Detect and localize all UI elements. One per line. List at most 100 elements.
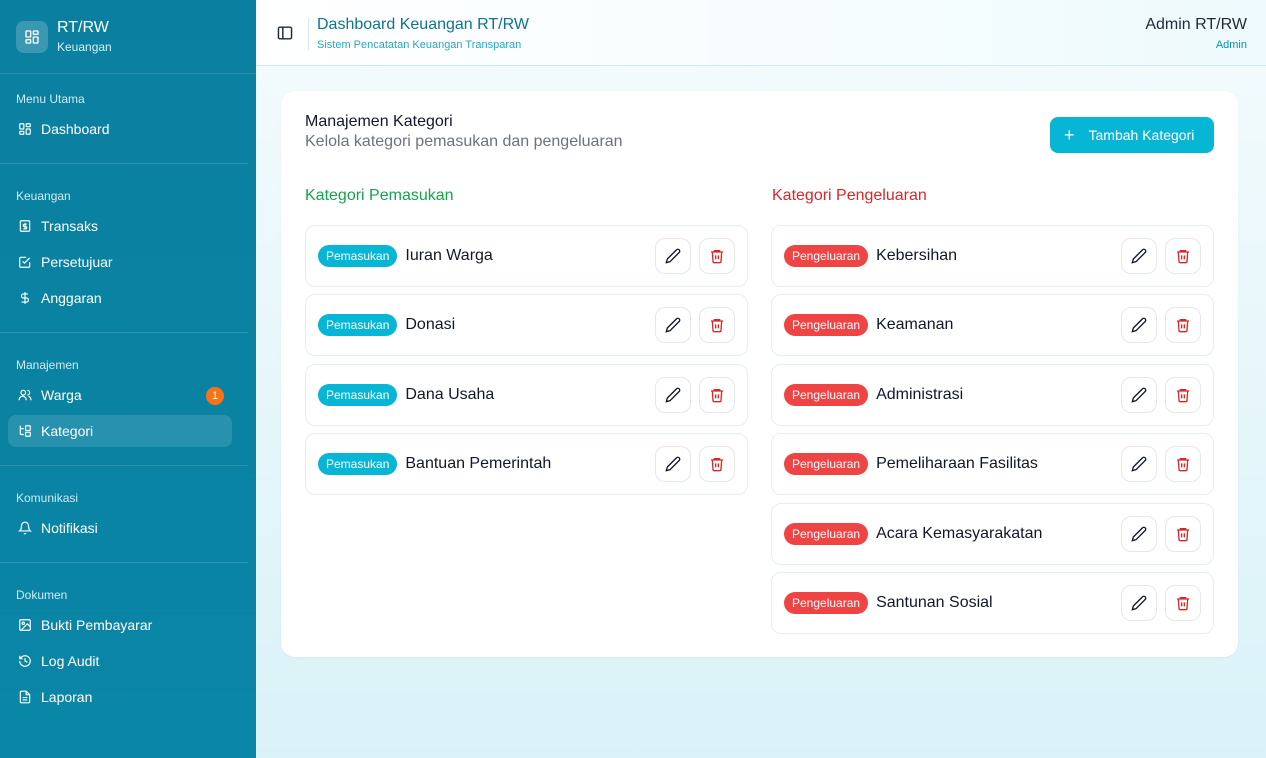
delete-button[interactable] — [699, 238, 735, 274]
category-name: Santunan Sosial — [876, 593, 993, 611]
delete-button[interactable] — [1165, 238, 1201, 274]
nav-group-dokumen: Dokumen Bukti Pembayarar Log Audit Lapor… — [0, 585, 256, 713]
pencil-icon — [1131, 456, 1147, 472]
dashboard-icon — [18, 122, 32, 136]
trash-icon — [709, 387, 725, 403]
nav-group-komunikasi: Komunikasi Notifikasi — [0, 488, 256, 544]
nav-group-label: Menu Utama — [16, 92, 85, 106]
pencil-icon — [1131, 317, 1147, 334]
sidebar-item-label: Dashboard — [41, 121, 110, 137]
add-category-button[interactable]: + Tambah Kategori — [1050, 117, 1214, 153]
list-item: Pemasukan Dana Usaha — [305, 363, 748, 426]
sidebar-item-persetujuan[interactable]: Persetujuar — [8, 246, 232, 278]
sidebar-item-laporan[interactable]: Laporan — [8, 681, 232, 713]
pencil-icon — [665, 387, 681, 403]
delete-button[interactable] — [1165, 515, 1201, 552]
list-item: Pengeluaran Kebersihan — [771, 225, 1214, 287]
category-type-badge: Pemasukan — [318, 453, 398, 476]
nav-group-label: Komunikasi — [16, 491, 79, 505]
user-name[interactable]: Admin RT/RW — [1145, 16, 1247, 34]
list-item: Pemasukan Donasi — [305, 294, 748, 357]
trash-icon — [709, 248, 725, 264]
pencil-icon — [1131, 387, 1147, 403]
edit-button[interactable] — [1121, 238, 1157, 274]
sidebar-item-kategori[interactable]: Kategori — [8, 415, 232, 447]
page-title: Dashboard Keuangan RT/RW — [317, 16, 529, 33]
list-item: Pengeluaran Pemeliharaan Fasilitas — [771, 433, 1214, 496]
sidebar-item-label: Notifikasi — [41, 520, 98, 536]
category-type-badge: Pengeluaran — [784, 453, 869, 476]
delete-button[interactable] — [1165, 376, 1201, 413]
list-item: Pengeluaran Keamanan — [771, 294, 1214, 357]
brand-title: RT/RW — [57, 18, 109, 36]
app-logo-icon — [16, 20, 48, 53]
divider — [0, 163, 248, 164]
nav-group-manajemen: Manajemen Warga 1 Kategori — [0, 355, 256, 447]
delete-button[interactable] — [1165, 307, 1201, 344]
pencil-icon — [665, 317, 681, 334]
category-name: Acara Kemasyarakatan — [876, 524, 1043, 542]
history-icon — [18, 654, 32, 668]
delete-button[interactable] — [699, 446, 735, 483]
sidebar-item-notifikasi[interactable]: Notifikasi — [8, 512, 232, 544]
sidebar-item-label: Persetujuar — [41, 254, 113, 270]
divider — [308, 18, 309, 50]
category-type-badge: Pemasukan — [318, 314, 398, 337]
sidebar-item-anggaran[interactable]: Anggaran — [8, 282, 232, 314]
edit-button[interactable] — [1121, 584, 1157, 621]
income-list: Pemasukan Iuran Warga Pemasukan Donasi Pemas… — [305, 225, 748, 503]
sidebar: RT/RW Keuangan Menu Utama Dashboard Keua… — [0, 0, 256, 758]
trash-icon — [1175, 248, 1191, 264]
trash-icon — [1175, 387, 1191, 403]
nav-group-label: Dokumen — [16, 588, 68, 602]
sidebar-item-dashboard[interactable]: Dashboard — [8, 113, 232, 145]
category-type-badge: Pengeluaran — [784, 591, 869, 614]
image-icon — [18, 618, 32, 632]
sidebar-item-transaksi[interactable]: Transaks — [8, 210, 232, 242]
category-name: Kebersihan — [876, 247, 958, 264]
sidebar-item-label: Anggaran — [41, 290, 102, 306]
category-type-badge: Pengeluaran — [784, 522, 869, 545]
sidebar-item-label: Kategori — [41, 423, 94, 439]
nav-group-keuangan: Keuangan Transaks Persetujuar Anggaran — [0, 186, 256, 314]
brand[interactable]: RT/RW Keuangan — [0, 0, 256, 74]
edit-button[interactable] — [655, 238, 691, 274]
nav-group-label: Keuangan — [16, 189, 71, 203]
nav-group-label: Manajemen — [16, 358, 79, 372]
sidebar-item-log-audit[interactable]: Log Audit — [8, 645, 232, 677]
sidebar-item-warga[interactable]: Warga 1 — [8, 379, 232, 411]
edit-button[interactable] — [1121, 446, 1157, 483]
list-item: Pengeluaran Acara Kemasyarakatan — [771, 502, 1214, 565]
pencil-icon — [1131, 595, 1147, 611]
edit-button[interactable] — [655, 376, 691, 413]
check-square-icon — [18, 255, 32, 269]
edit-button[interactable] — [655, 446, 691, 483]
edit-button[interactable] — [1121, 515, 1157, 552]
sidebar-item-label: Bukti Pembayarar — [41, 617, 153, 633]
category-name: Donasi — [405, 316, 456, 334]
list-item: Pemasukan Bantuan Pemerintah — [305, 433, 748, 496]
expense-list: Pengeluaran Kebersihan Pengeluaran Keamanan… — [771, 225, 1214, 641]
list-item: Pengeluaran Santunan Sosial — [771, 571, 1214, 634]
users-icon — [18, 388, 32, 402]
expense-section-title: Kategori Pengeluaran — [772, 187, 927, 204]
edit-button[interactable] — [1121, 376, 1157, 413]
pencil-icon — [1131, 526, 1147, 542]
sidebar-toggle-icon[interactable] — [276, 25, 294, 41]
divider — [0, 332, 248, 333]
delete-button[interactable] — [1165, 584, 1201, 621]
category-name: Dana Usaha — [405, 385, 495, 403]
category-name: Administrasi — [876, 385, 964, 403]
notification-badge: 1 — [206, 387, 224, 405]
edit-button[interactable] — [1121, 307, 1157, 344]
delete-button[interactable] — [1165, 446, 1201, 483]
card-title: Manajemen Kategori — [305, 113, 453, 130]
edit-button[interactable] — [655, 307, 691, 344]
delete-button[interactable] — [699, 307, 735, 344]
income-section-title: Kategori Pemasukan — [305, 187, 454, 204]
divider — [0, 562, 248, 563]
delete-button[interactable] — [699, 376, 735, 413]
category-name: Pemeliharaan Fasilitas — [876, 455, 1038, 473]
sidebar-item-bukti-pembayaran[interactable]: Bukti Pembayarar — [8, 609, 232, 641]
sidebar-item-label: Log Audit — [41, 653, 100, 669]
